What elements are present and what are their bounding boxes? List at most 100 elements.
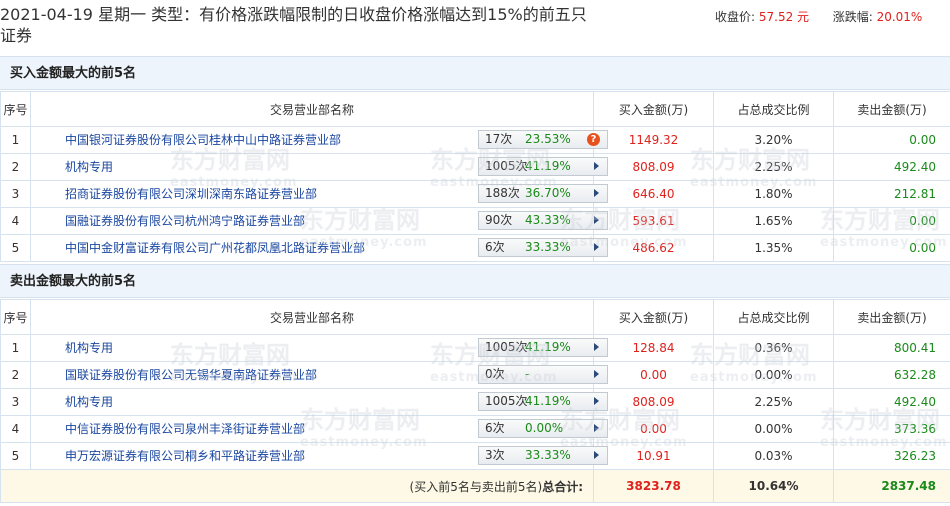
change-value: 20.01% [876,10,923,24]
trade-ratio: 0.00% [713,415,834,443]
dept-stat-button[interactable]: 6次 33.33% [478,238,608,257]
dept-count: 6次 [485,421,505,435]
dept-name-link[interactable]: 机构专用 [65,339,113,356]
trade-ratio: 3.20% [713,126,834,154]
dept-cell: 招商证券股份有限公司深圳深南东路证券营业部 188次 36.70% [30,180,608,208]
sell-amount: 0.00 [833,234,950,262]
dept-stat-button[interactable]: 6次 0.00% [478,419,608,438]
sell-section-title: 卖出金额最大的前5名 [0,264,950,298]
column-header-dept: 交易营业部名称 [30,299,594,335]
arrow-right-icon[interactable] [594,216,599,224]
table-row: 2 国联证券股份有限公司无锡华夏南路证券营业部 0次 - 0.00 0.00% 632.28 [0,361,950,389]
arrow-right-icon[interactable] [594,343,599,351]
dept-stat-button[interactable]: 1005次 41.19% [478,157,608,176]
column-header-index: 序号 [0,91,31,127]
column-header-sell: 卖出金额(万) [833,91,950,127]
dept-stat-button[interactable]: 90次 43.33% [478,211,608,230]
trade-ratio: 0.36% [713,334,834,362]
row-index: 2 [0,361,31,389]
dept-rate: 41.19% [525,159,571,173]
dept-count: 3次 [485,448,505,462]
row-index: 3 [0,180,31,208]
dept-name-link[interactable]: 机构专用 [65,158,113,175]
dept-rate: - [525,367,530,381]
dept-stat-button[interactable]: 1005次 41.19% [478,338,608,357]
column-header-ratio: 占总成交比例 [713,91,834,127]
arrow-right-icon[interactable] [594,162,599,170]
row-index: 5 [0,234,31,262]
dept-count: 6次 [485,240,505,254]
row-index: 4 [0,207,31,235]
buy-amount: 0.00 [593,361,714,389]
buy-amount: 646.40 [593,180,714,208]
buy-amount: 808.09 [593,153,714,181]
dept-rate: 0.00% [525,421,564,435]
dept-name-link[interactable]: 中国中金财富证券有限公司广州花都凤凰北路证券营业部 [65,239,365,256]
arrow-right-icon[interactable] [594,189,599,197]
sell-amount: 373.36 [833,415,950,443]
table-row: 1 机构专用 1005次 41.19% 128.84 0.36% 800.41 [0,334,950,362]
buy-table-header: 序号 交易营业部名称 买入金额(万) 占总成交比例 卖出金额(万) [0,91,950,127]
dept-rate: 33.33% [525,448,571,462]
close-price-value: 57.52 元 [758,10,810,24]
sell-amount: 492.40 [833,153,950,181]
dept-rate: 43.33% [525,213,571,227]
table-row: 4 中信证券股份有限公司泉州丰泽街证券营业部 6次 0.00% 0.00 0.00% 373… [0,415,950,443]
dept-cell: 国联证券股份有限公司无锡华夏南路证券营业部 0次 - [30,361,608,389]
dept-stat-button[interactable]: 3次 33.33% [478,446,608,465]
arrow-right-icon[interactable] [594,451,599,459]
trade-ratio: 2.25% [713,388,834,416]
row-index: 2 [0,153,31,181]
change-label: 涨跌幅: [832,10,873,24]
dept-stat-button[interactable]: 17次 23.53%? [478,130,608,149]
arrow-right-icon[interactable] [594,370,599,378]
sell-amount: 326.23 [833,442,950,470]
dept-name-link[interactable]: 中信证券股份有限公司泉州丰泽街证券营业部 [65,420,305,437]
row-index: 3 [0,388,31,416]
dept-name-link[interactable]: 招商证券股份有限公司深圳深南东路证券营业部 [65,185,317,202]
dept-name-link[interactable]: 机构专用 [65,393,113,410]
buy-amount: 0.00 [593,415,714,443]
question-icon[interactable]: ? [587,133,600,146]
buy-amount: 1149.32 [593,126,714,154]
dept-rate: 23.53% [525,132,571,146]
dept-rate: 33.33% [525,240,571,254]
table-row: 1 中国银河证券股份有限公司桂林中山中路证券营业部 17次 23.53%? 1149.3… [0,126,950,154]
row-index: 4 [0,415,31,443]
table-row: 5 中国中金财富证券有限公司广州花都凤凰北路证券营业部 6次 33.33% 486.62… [0,234,950,262]
dept-count: 17次 [485,132,513,146]
dept-cell: 申万宏源证券有限公司桐乡和平路证券营业部 3次 33.33% [30,442,608,470]
page-title: 2021-04-19 星期一 类型：有价格涨跌幅限制的日收盘价格涨幅达到15%的… [0,5,587,45]
buy-amount: 486.62 [593,234,714,262]
dept-count: 188次 [485,186,520,200]
trade-ratio: 1.80% [713,180,834,208]
dept-cell: 中信证券股份有限公司泉州丰泽街证券营业部 6次 0.00% [30,415,608,443]
dept-count: 1005次 [485,394,528,408]
dept-name-link[interactable]: 中国银河证券股份有限公司桂林中山中路证券营业部 [65,131,341,148]
dept-rate: 36.70% [525,186,571,200]
total-buy: 3823.78 [593,469,714,503]
trade-ratio: 0.00% [713,361,834,389]
dept-name-link[interactable]: 申万宏源证券有限公司桐乡和平路证券营业部 [65,447,305,464]
column-header-ratio: 占总成交比例 [713,299,834,335]
dept-cell: 中国中金财富证券有限公司广州花都凤凰北路证券营业部 6次 33.33% [30,234,608,262]
total-label: (买入前5名与卖出前5名)总合计: [0,469,594,503]
arrow-right-icon[interactable] [594,424,599,432]
arrow-right-icon[interactable] [594,397,599,405]
dept-count: 90次 [485,213,513,227]
dept-name-link[interactable]: 国融证券股份有限公司杭州鸿宁路证券营业部 [65,212,305,229]
dept-stat-button[interactable]: 188次 36.70% [478,184,608,203]
trade-ratio: 0.03% [713,442,834,470]
table-row: 3 机构专用 1005次 41.19% 808.09 2.25% 492.40 [0,388,950,416]
row-index: 5 [0,442,31,470]
total-sell: 2837.48 [833,469,950,503]
dept-stat-button[interactable]: 1005次 41.19% [478,392,608,411]
dept-stat-button[interactable]: 0次 - [478,365,608,384]
total-row: (买入前5名与卖出前5名)总合计: 3823.78 10.64% 2837.48 [0,469,950,503]
price-info: 收盘价: 57.52 元 涨跌幅: 20.01% [715,8,922,25]
row-index: 1 [0,334,31,362]
dept-name-link[interactable]: 国联证券股份有限公司无锡华夏南路证券营业部 [65,366,317,383]
dept-count: 1005次 [485,340,528,354]
table-row: 2 机构专用 1005次 41.19% 808.09 2.25% 492.40 [0,153,950,181]
arrow-right-icon[interactable] [594,243,599,251]
